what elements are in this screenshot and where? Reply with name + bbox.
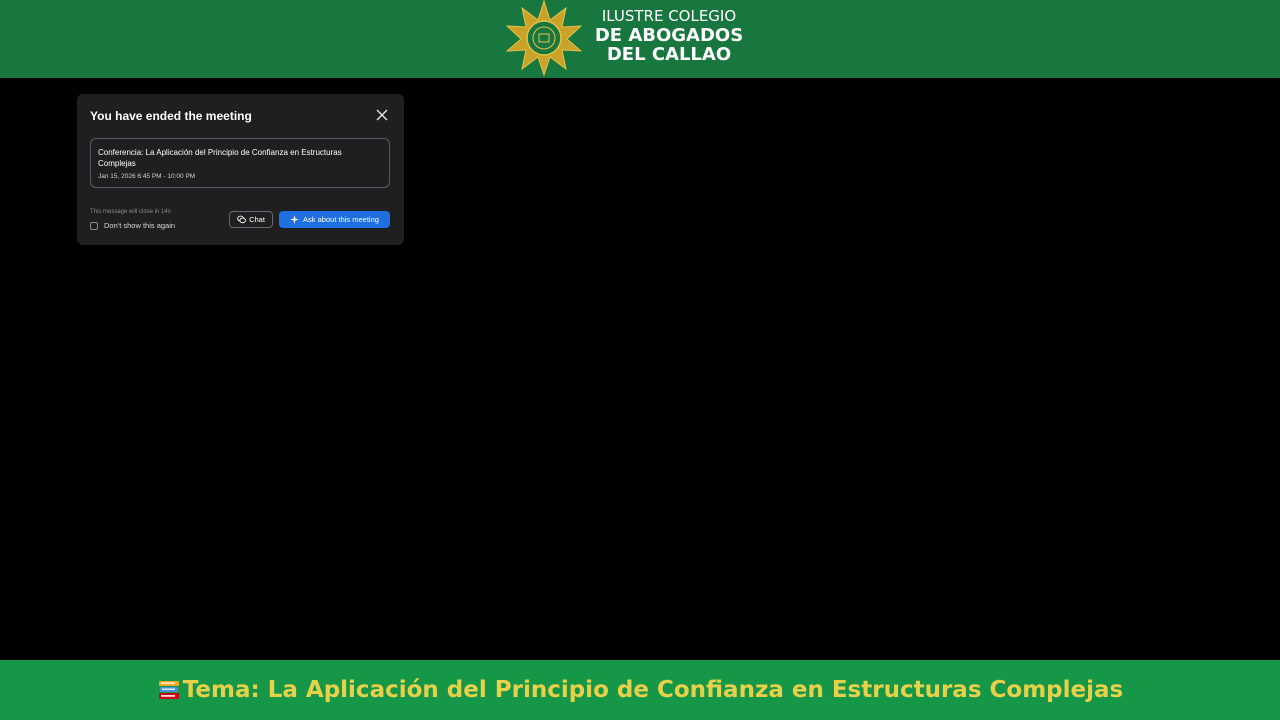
topic-banner: Tema: La Aplicación del Principio de Con… <box>0 660 1280 720</box>
chat-button[interactable]: Chat <box>229 211 273 228</box>
logo-line-3: DEL CALLAO <box>606 44 732 65</box>
ask-about-meeting-button[interactable]: Ask about this meeting <box>279 211 390 228</box>
logo-line-2: DE ABOGADOS <box>594 25 744 46</box>
header-banner: ILUSTRE COLEGIO DE ABOGADOS DEL CALLAO <box>0 0 1280 78</box>
books-icon <box>158 681 179 699</box>
sparkle-icon <box>290 215 300 224</box>
logo-text: ILUSTRE COLEGIO DE ABOGADOS DEL CALLAO <box>594 7 744 64</box>
dont-show-again-label: Don't show this again <box>104 221 176 230</box>
chat-icon <box>237 215 246 224</box>
star-seal-icon <box>506 0 582 76</box>
meeting-title: Conferencia: La Aplicación del Principio… <box>98 148 342 168</box>
dialog-title: You have ended the meeting <box>90 109 252 123</box>
auto-close-note: This message will close in 14s <box>90 209 171 215</box>
ask-button-label: Ask about this meeting <box>303 215 379 224</box>
meeting-card[interactable]: Conferencia: La Aplicación del Principio… <box>90 138 390 188</box>
chat-button-label: Chat <box>249 215 265 224</box>
screen: ILUSTRE COLEGIO DE ABOGADOS DEL CALLAO Y… <box>0 0 1280 720</box>
close-icon[interactable] <box>375 108 389 122</box>
dont-show-again-checkbox[interactable]: Don't show this again <box>90 221 175 230</box>
meeting-time: Jan 15, 2026 6:45 PM - 10:00 PM <box>98 173 196 180</box>
topic-title: Tema: La Aplicación del Principio de Con… <box>182 677 1124 703</box>
logo-line-1: ILUSTRE COLEGIO <box>601 7 737 25</box>
meeting-ended-dialog: You have ended the meeting Conferencia: … <box>77 94 404 245</box>
checkbox-box[interactable] <box>90 221 98 230</box>
